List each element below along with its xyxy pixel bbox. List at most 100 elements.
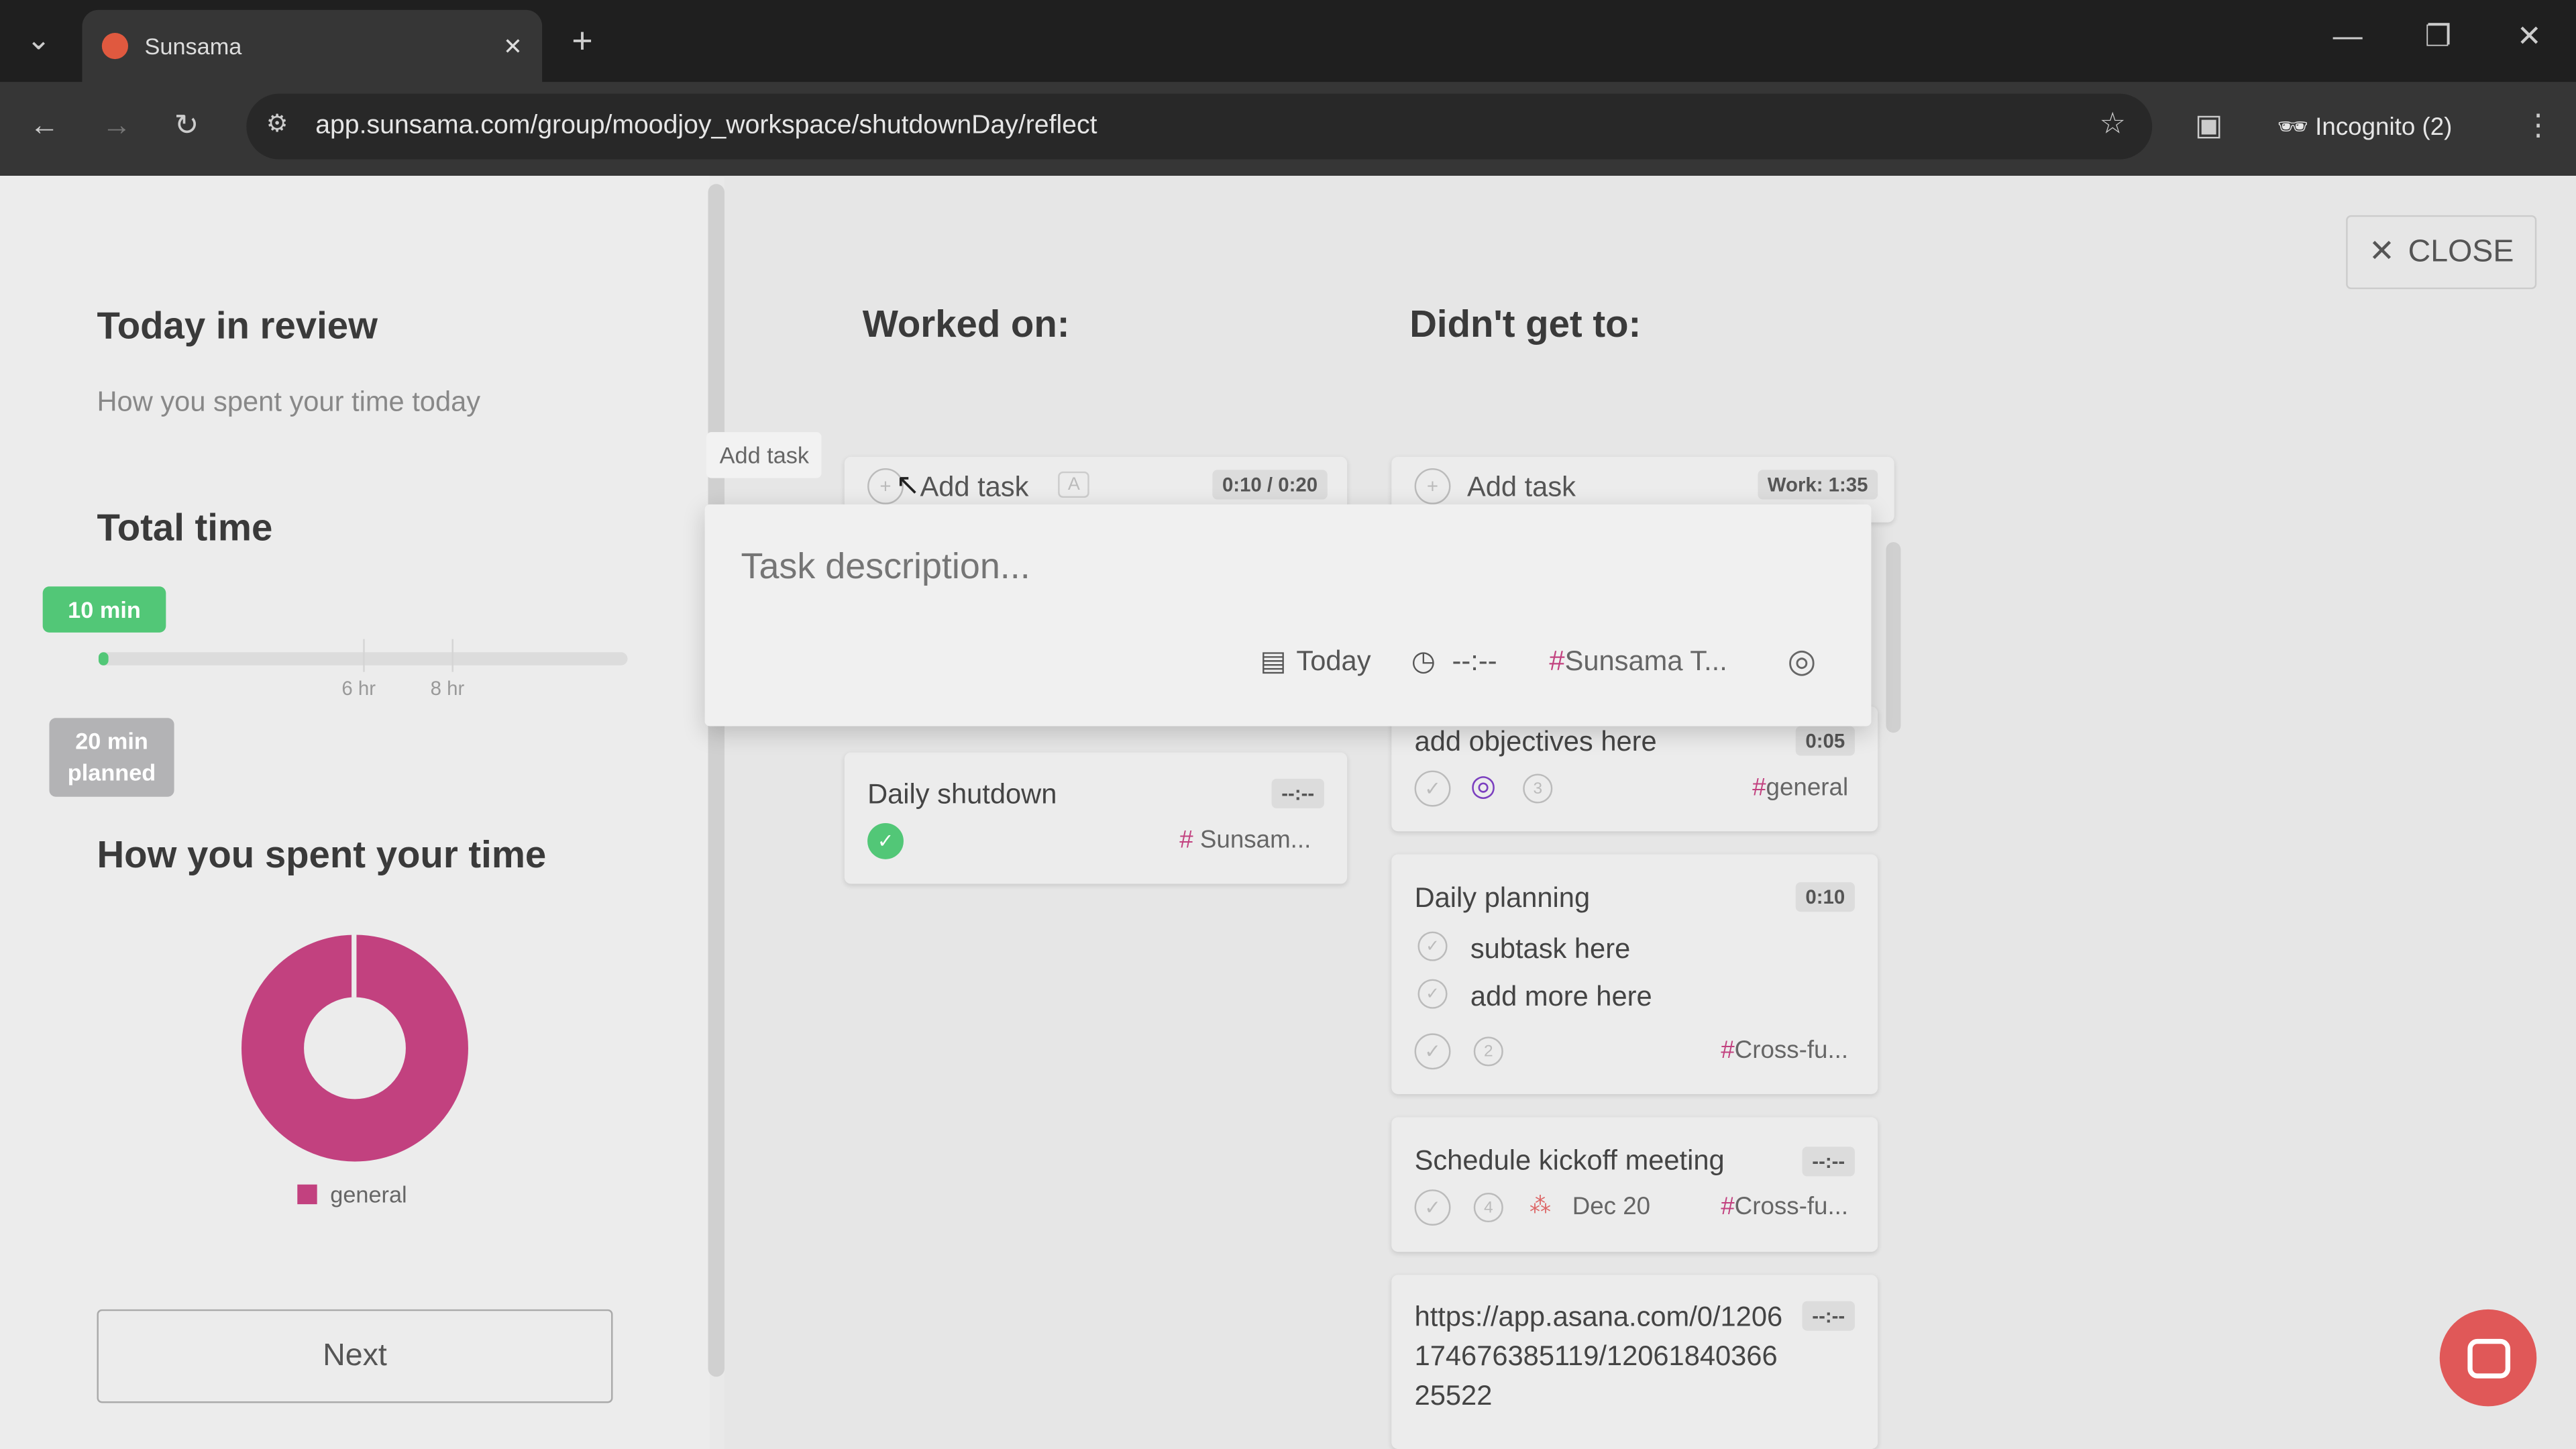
time-estimate[interactable]: ◷ --:--	[1411, 645, 1497, 678]
legend-label: general	[330, 1181, 407, 1208]
chat-support-button[interactable]	[2439, 1309, 2537, 1407]
worked-time-total: 0:10 / 0:20	[1212, 470, 1328, 500]
task-title: Schedule kickoff meeting	[1414, 1144, 1725, 1177]
task-description-input[interactable]	[741, 540, 1825, 594]
forward-icon[interactable]: →	[102, 109, 131, 143]
task-channel: #Cross-fu...	[1721, 1036, 1849, 1065]
site-settings-icon[interactable]: ⚙	[266, 109, 288, 138]
task-title: add objectives here	[1414, 726, 1657, 757]
profile-label: Incognito (2)	[2315, 113, 2453, 142]
date-picker[interactable]: ▤ Today	[1260, 645, 1371, 678]
review-sidebar: Today in review How you spent your time …	[0, 176, 710, 1449]
objective-target-icon: ◎	[1470, 769, 1497, 802]
subtask-check-icon[interactable]: ✓	[1417, 979, 1448, 1009]
task-channel: # Sunsam...	[1179, 826, 1311, 855]
calendar-icon: ▤	[1260, 645, 1287, 677]
incognito-profile[interactable]: 🕶 Incognito (2)	[2277, 112, 2452, 142]
sidebar-scrollbar[interactable]	[708, 184, 725, 1377]
tab-search-icon[interactable]: ⌄	[26, 23, 51, 57]
worked-on-title: Worked on:	[862, 302, 1070, 345]
next-button[interactable]: Next	[97, 1309, 613, 1403]
close-window-icon[interactable]: ✕	[2517, 19, 2542, 54]
review-title: Today in review	[97, 304, 378, 347]
time-label: --:--	[1452, 645, 1497, 677]
task-card[interactable]: Daily shutdown --:-- ✓ # Sunsam...	[844, 752, 1348, 884]
didnt-work-time: Work: 1:35	[1758, 470, 1878, 500]
subtask-count: 4	[1473, 1192, 1503, 1223]
check-icon[interactable]: ✓	[1414, 770, 1451, 807]
mouse-cursor-icon: ↖	[895, 468, 920, 501]
browser-tab[interactable]: Sunsama ✕	[82, 9, 543, 83]
chat-icon	[2467, 1338, 2510, 1378]
task-title: Daily shutdown	[867, 778, 1057, 810]
spent-title: How you spent your time	[97, 833, 547, 876]
channel-picker[interactable]: #Sunsama T...	[1549, 645, 1727, 678]
subtask-check-icon[interactable]: ✓	[1417, 931, 1448, 961]
minimize-icon[interactable]: —	[2333, 19, 2363, 54]
back-icon[interactable]: ←	[30, 109, 59, 143]
tick-label-8hr: 8 hr	[430, 676, 465, 700]
asana-icon: ⁂	[1529, 1192, 1551, 1218]
restore-icon[interactable]: ❐	[2425, 19, 2452, 54]
planned-time: 20 min	[75, 727, 148, 755]
task-time: --:--	[1271, 778, 1324, 808]
didnt-get-to-title: Didn't get to:	[1409, 302, 1642, 345]
task-time: --:--	[1802, 1146, 1855, 1177]
objective-target-icon[interactable]: ◎	[1788, 641, 1817, 682]
add-task-modal: ▤ Today ◷ --:-- #Sunsama T... ◎	[704, 504, 1872, 727]
task-card[interactable]: https://app.asana.com/0/1206 174676385119…	[1391, 1275, 1878, 1449]
completed-check-icon[interactable]: ✓	[867, 822, 904, 859]
planned-time-badge: 20 min planned	[49, 718, 174, 797]
actual-time-badge: 10 min	[42, 586, 166, 633]
add-task-tooltip: Add task	[706, 432, 822, 478]
tick-8hr	[451, 639, 453, 672]
close-tab-icon[interactable]: ✕	[503, 32, 523, 60]
incognito-icon: 🕶	[2277, 113, 2316, 142]
planned-label: planned	[67, 759, 156, 786]
sunsama-favicon	[101, 32, 129, 60]
task-time: 0:10	[1795, 882, 1855, 912]
close-icon: ✕	[2369, 235, 2396, 270]
time-progress-fill	[98, 652, 109, 665]
tick-6hr	[363, 639, 365, 672]
task-due-date: Dec 20	[1572, 1192, 1651, 1221]
column-scrollbar[interactable]	[1886, 542, 1901, 733]
task-time: --:--	[1802, 1301, 1855, 1331]
task-channel: #general	[1752, 773, 1849, 802]
add-plus-icon: +	[1414, 468, 1451, 504]
didnt-add-task-label[interactable]: Add task	[1467, 472, 1576, 504]
address-bar[interactable]: ⚙ app.sunsama.com/group/moodjoy_workspace…	[246, 93, 2153, 160]
legend-swatch	[297, 1184, 317, 1205]
tab-title: Sunsama	[144, 32, 242, 60]
task-title: Daily planning	[1414, 882, 1591, 914]
task-card[interactable]: Daily planning 0:10 ✓ subtask here ✓ add…	[1391, 854, 1878, 1095]
close-label: CLOSE	[2408, 233, 2514, 269]
clock-icon: ◷	[1411, 645, 1436, 677]
shortcut-key: A	[1058, 471, 1090, 498]
subtask-count: 2	[1473, 1036, 1503, 1067]
subtask[interactable]: subtask here	[1470, 933, 1630, 966]
task-time: 0:05	[1795, 726, 1855, 756]
subtask-count: 3	[1523, 773, 1553, 804]
total-time-title: Total time	[97, 506, 273, 549]
task-card[interactable]: Schedule kickoff meeting --:-- ✓ 4 ⁂ Dec…	[1391, 1117, 1878, 1252]
check-icon[interactable]: ✓	[1414, 1033, 1451, 1070]
date-label: Today	[1296, 645, 1371, 677]
reload-icon[interactable]: ↻	[174, 109, 199, 143]
worked-add-task-label[interactable]: Add task	[920, 472, 1028, 504]
new-tab-icon[interactable]: +	[572, 19, 592, 62]
check-icon[interactable]: ✓	[1414, 1189, 1451, 1226]
menu-icon[interactable]: ⋮	[2524, 109, 2553, 143]
subtask[interactable]: add more here	[1470, 981, 1652, 1014]
bookmark-star-icon[interactable]: ☆	[2099, 107, 2126, 141]
url-text: app.sunsama.com/group/moodjoy_workspace/…	[315, 111, 1097, 140]
browser-toolbar: ← → ↻ ⚙ app.sunsama.com/group/moodjoy_wor…	[0, 82, 2576, 176]
side-panel-icon[interactable]: ▣	[2195, 109, 2223, 143]
donut-gap	[352, 934, 357, 998]
tab-strip: ⌄ Sunsama ✕ + — ❐ ✕	[0, 0, 2576, 83]
donut-legend: general	[297, 1181, 407, 1208]
task-channel: #Cross-fu...	[1721, 1192, 1849, 1221]
review-subtitle: How you spent your time today	[97, 386, 481, 418]
close-button[interactable]: ✕ CLOSE	[2346, 215, 2537, 290]
tick-label-6hr: 6 hr	[341, 676, 376, 700]
